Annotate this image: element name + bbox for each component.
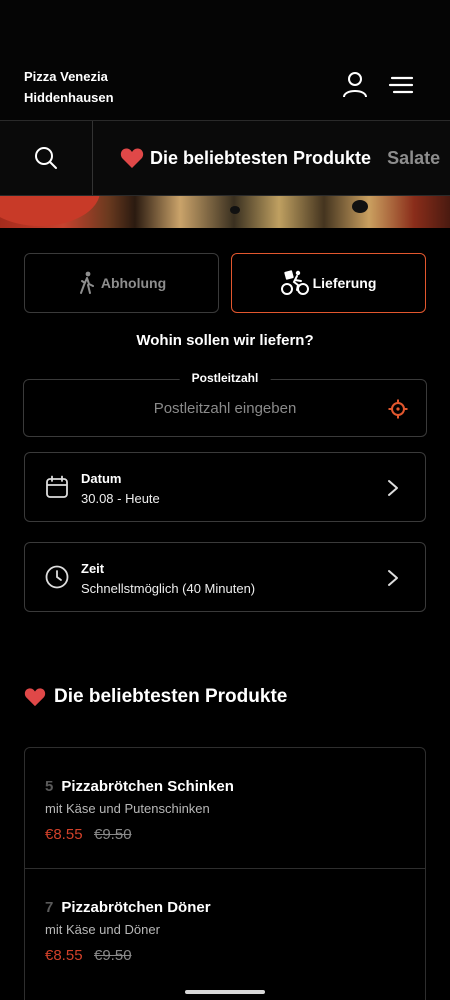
tab-salads[interactable]: Salate	[387, 148, 440, 169]
bike-courier-icon	[280, 270, 309, 295]
product-name-text: Pizzabrötchen Schinken	[61, 778, 234, 795]
product-price: €8.55	[45, 826, 83, 843]
hero-image	[0, 196, 450, 228]
pickup-label: Abholung	[100, 275, 167, 291]
chevron-right-icon	[388, 570, 398, 586]
hero-tomato	[0, 196, 100, 226]
postal-code-input[interactable]	[24, 380, 426, 436]
delivery-label: Lieferung	[312, 275, 377, 291]
heart-icon	[120, 148, 144, 168]
restaurant-city: Hiddenhausen	[24, 90, 114, 105]
chevron-right-icon	[388, 480, 398, 496]
product-number: 7	[45, 899, 54, 916]
heart-icon	[24, 688, 46, 707]
product-old-price: €9.50	[94, 826, 132, 843]
date-value: 30.08 - Heute	[81, 491, 160, 506]
product-number: 5	[45, 778, 54, 795]
time-value: Schnellstmöglich (40 Minuten)	[81, 581, 256, 596]
app-header: Pizza Venezia Hiddenhausen	[0, 0, 450, 120]
locate-crosshair-icon[interactable]	[388, 399, 408, 419]
product-item[interactable]: 5 Pizzabrötchen Schinken mit Käse und Put…	[25, 748, 425, 869]
menu-icon[interactable]	[386, 70, 416, 100]
walking-icon	[79, 271, 94, 294]
restaurant-name: Pizza Venezia	[24, 69, 108, 84]
postal-code-label: Postleitzahl	[179, 371, 271, 385]
hero-olive	[230, 206, 240, 214]
section-title-text: Die beliebtesten Produkte	[54, 686, 288, 707]
tab-popular-products[interactable]: Die beliebtesten Produkte	[120, 147, 371, 169]
section-title: Die beliebtesten Produkte	[24, 686, 287, 708]
search-icon	[35, 147, 57, 169]
postal-code-field: Postleitzahl	[23, 371, 427, 437]
product-item[interactable]: 7 Pizzabrötchen Döner mit Käse und Döner …	[25, 869, 425, 990]
date-title: Datum	[81, 471, 122, 486]
tab-label: Die beliebtesten Produkte	[150, 147, 372, 168]
product-name: 7 Pizzabrötchen Döner	[45, 899, 211, 916]
tab-label: Salate	[387, 147, 441, 168]
category-tabs: Die beliebtesten Produkte Salate	[120, 121, 450, 195]
pickup-button[interactable]: Abholung	[24, 253, 219, 313]
date-selector[interactable]: Datum 30.08 - Heute	[24, 452, 426, 522]
category-search-button[interactable]	[0, 121, 93, 195]
product-description: mit Käse und Putenschinken	[45, 801, 210, 816]
product-description: mit Käse und Döner	[45, 922, 160, 937]
product-list: 5 Pizzabrötchen Schinken mit Käse und Put…	[24, 747, 426, 1000]
category-bar: Die beliebtesten Produkte Salate	[0, 120, 450, 196]
delivery-question: Wohin sollen wir liefern?	[136, 332, 314, 349]
time-selector[interactable]: Zeit Schnellstmöglich (40 Minuten)	[24, 542, 426, 612]
calendar-icon	[46, 475, 68, 498]
product-price: €8.55	[45, 947, 83, 964]
product-name-text: Pizzabrötchen Döner	[61, 899, 211, 916]
clock-icon	[45, 565, 69, 589]
product-old-price: €9.50	[94, 947, 132, 964]
time-title: Zeit	[81, 561, 105, 576]
delivery-button[interactable]: Lieferung	[231, 253, 426, 313]
hero-olive	[352, 200, 368, 213]
home-indicator[interactable]	[185, 990, 265, 994]
user-icon[interactable]	[340, 70, 370, 100]
product-name: 5 Pizzabrötchen Schinken	[45, 778, 234, 795]
restaurant-brand[interactable]: Pizza Venezia Hiddenhausen	[24, 66, 114, 108]
